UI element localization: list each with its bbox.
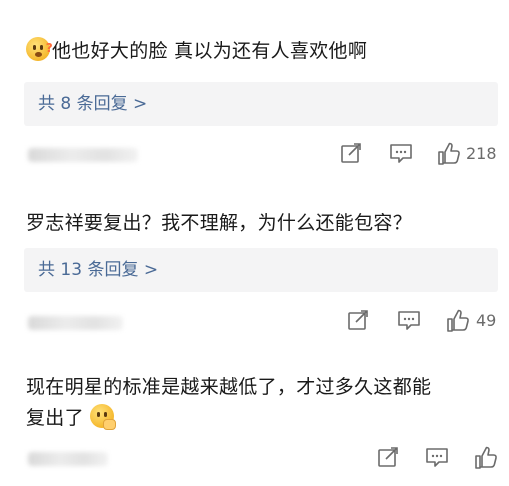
view-replies-button[interactable]: 共 13 条回复 >: [24, 248, 498, 292]
comment-actions: 218: [0, 142, 509, 168]
like-count: 49: [476, 311, 497, 330]
like-thumb-icon[interactable]: [474, 446, 498, 470]
like-thumb-icon[interactable]: [446, 309, 470, 333]
comment-actions: 49: [0, 309, 509, 335]
comment-text: 现在明星的标准是越来越低了，才过多久这都能 复出了: [26, 376, 432, 430]
like-count: 218: [466, 144, 497, 163]
comment-text: ? 他也好大的脸 真以为还有人喜欢他啊: [26, 36, 499, 67]
reply-count-link[interactable]: 共 13 条回复 >: [38, 248, 158, 292]
shushing-face-icon: [90, 404, 117, 430]
comment-icon[interactable]: [397, 309, 421, 333]
comment-actions: [0, 446, 509, 472]
reply-count-link[interactable]: 共 8 条回复 >: [38, 82, 147, 126]
like-thumb-icon[interactable]: [437, 142, 461, 166]
comment-text: 罗志祥要复出？我不理解，为什么还能包容？: [26, 212, 413, 234]
view-replies-button[interactable]: 共 8 条回复 >: [24, 82, 498, 126]
comment-icon[interactable]: [425, 446, 449, 470]
share-icon[interactable]: [347, 309, 369, 333]
thinking-face-icon: ?: [26, 37, 53, 61]
share-icon[interactable]: [340, 142, 362, 166]
comment-icon[interactable]: [389, 142, 413, 166]
share-icon[interactable]: [377, 446, 399, 470]
